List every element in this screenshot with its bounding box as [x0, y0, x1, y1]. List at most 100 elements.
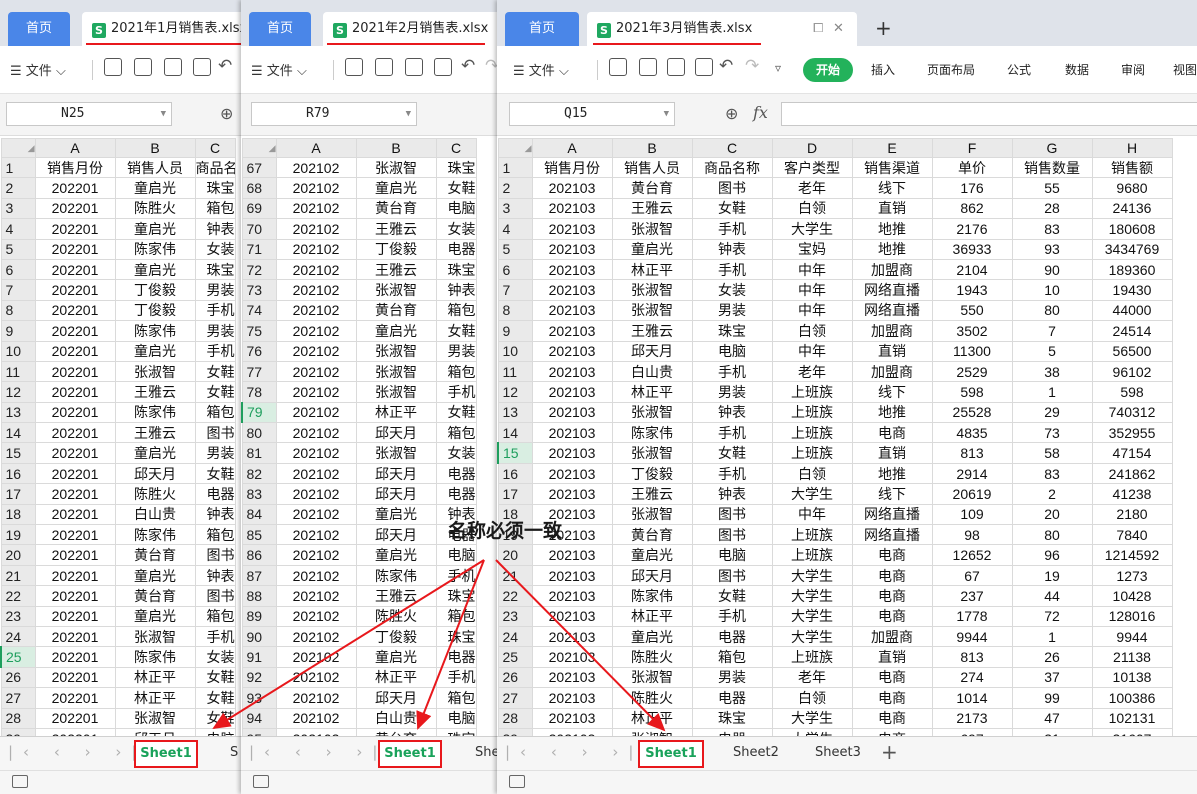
cell[interactable]: 童启光 [114, 340, 196, 362]
cell[interactable]: 大学生 [771, 483, 853, 505]
cell[interactable]: 电器 [194, 483, 236, 505]
cell[interactable]: 邱天月 [611, 564, 693, 587]
cell[interactable]: 电脑 [691, 544, 773, 566]
cell[interactable]: 加盟商 [851, 258, 933, 281]
more-icon[interactable]: ▿ [775, 61, 781, 75]
column-header[interactable]: B [611, 138, 693, 158]
cell[interactable]: 白领 [771, 197, 853, 220]
row-header[interactable]: 90 [241, 625, 277, 648]
cell[interactable]: 1 [1011, 381, 1093, 403]
cell[interactable]: 女鞋 [691, 442, 773, 464]
cell[interactable]: 202102 [275, 258, 357, 281]
cell[interactable]: 手机 [435, 381, 477, 403]
sheet-tab-active[interactable]: Sheet1 [134, 740, 198, 768]
row-header[interactable]: 14 [0, 422, 36, 444]
cell[interactable]: 72 [1011, 605, 1093, 627]
row-header[interactable]: 26 [0, 666, 36, 689]
cell[interactable]: 37 [1011, 666, 1093, 689]
cell[interactable]: 80 [1011, 524, 1093, 546]
cell[interactable]: 202102 [275, 299, 357, 322]
cell[interactable]: 客户类型 [771, 156, 853, 179]
cell[interactable]: 202103 [531, 625, 613, 648]
cell[interactable]: 箱包 [194, 524, 236, 546]
cell[interactable]: 202201 [34, 381, 116, 403]
tab-data[interactable]: 数据 [1065, 61, 1089, 78]
cell[interactable]: 电器 [435, 462, 477, 485]
cell[interactable]: 202102 [275, 707, 357, 729]
cell[interactable]: 上班族 [771, 524, 853, 546]
row-header[interactable]: 11 [497, 360, 533, 383]
row-header[interactable]: 25 [0, 646, 36, 668]
sheet-tab[interactable]: She [475, 745, 500, 760]
cell[interactable]: 邱天月 [611, 340, 693, 362]
cell[interactable]: 109 [931, 503, 1013, 526]
tab-page-layout[interactable]: 页面布局 [927, 61, 975, 78]
row-header[interactable]: 4 [497, 218, 533, 240]
cell[interactable]: 202201 [34, 544, 116, 566]
cell[interactable]: 丁俊毅 [355, 625, 437, 648]
cell[interactable]: 女鞋 [691, 197, 773, 220]
cell[interactable]: 商品名称 [691, 156, 773, 179]
cell[interactable]: 352955 [1091, 422, 1173, 444]
cell[interactable]: 黄台育 [611, 524, 693, 546]
cell[interactable]: 202103 [531, 258, 613, 281]
sheet-tab[interactable]: S [230, 745, 238, 760]
row-header[interactable]: 28 [497, 707, 533, 729]
row-header[interactable]: 21 [0, 564, 36, 587]
cell[interactable]: 202103 [531, 544, 613, 566]
cell[interactable]: 张淑智 [355, 279, 437, 301]
cell[interactable]: 202201 [34, 483, 116, 505]
export-icon[interactable] [134, 58, 152, 76]
cell[interactable]: 202201 [34, 422, 116, 444]
cell[interactable]: 202103 [531, 646, 613, 668]
cell[interactable]: 202103 [531, 279, 613, 301]
cell[interactable]: 女鞋 [435, 401, 477, 424]
cell[interactable]: 陈家伟 [114, 401, 196, 424]
row-header[interactable]: 21 [497, 564, 533, 587]
file-tab[interactable]: S 2021年2月销售表.xlsx [323, 12, 500, 46]
cell[interactable]: 张淑智 [611, 503, 693, 526]
cell[interactable]: 黄台育 [611, 177, 693, 199]
status-icon[interactable] [253, 775, 269, 788]
sheet-tab-active[interactable]: Sheet1 [378, 740, 442, 768]
cell[interactable]: 陈家伟 [611, 585, 693, 607]
cell[interactable]: 1778 [931, 605, 1013, 627]
cell[interactable]: 女鞋 [194, 666, 236, 689]
cell[interactable]: 128016 [1091, 605, 1173, 627]
cell[interactable]: 童启光 [355, 503, 437, 526]
cell[interactable]: 林正平 [114, 687, 196, 709]
cell[interactable]: 电器 [691, 687, 773, 709]
cell-grid[interactable]: ◢ A B C 67 202102 张淑智 珠宝 68 202102 童启光 女鞋 69 202102 黄台… [241, 138, 477, 750]
row-header[interactable]: 2 [497, 177, 533, 199]
cell[interactable]: 96 [1011, 544, 1093, 566]
tab-insert[interactable]: 插入 [871, 61, 895, 78]
cell[interactable]: 箱包 [435, 687, 477, 709]
cell[interactable]: 202102 [275, 177, 357, 199]
row-header[interactable]: 68 [241, 177, 277, 199]
cell[interactable]: 陈家伟 [114, 238, 196, 260]
cell[interactable]: 202201 [34, 503, 116, 526]
cell[interactable]: 王雅云 [611, 197, 693, 220]
cell[interactable]: 202201 [34, 299, 116, 322]
column-header[interactable]: A [531, 138, 613, 158]
cell[interactable]: 林正平 [355, 401, 437, 424]
row-header[interactable]: 20 [0, 544, 36, 566]
column-header[interactable]: H [1091, 138, 1173, 158]
cell[interactable]: 862 [931, 197, 1013, 220]
print-icon[interactable] [667, 58, 685, 76]
cell[interactable]: 珠宝 [691, 320, 773, 342]
cell[interactable]: 202102 [275, 197, 357, 220]
cell[interactable]: 1273 [1091, 564, 1173, 587]
row-header[interactable]: 3 [0, 197, 36, 220]
cell[interactable]: 813 [931, 442, 1013, 464]
cell[interactable]: 202201 [34, 462, 116, 485]
cell[interactable]: 陈家伟 [611, 422, 693, 444]
cell[interactable]: 5 [1011, 340, 1093, 362]
cell[interactable]: 10138 [1091, 666, 1173, 689]
row-header[interactable]: 20 [497, 544, 533, 566]
cell[interactable]: 黄台育 [355, 299, 437, 322]
preview-icon[interactable] [434, 58, 452, 76]
cell[interactable]: 241862 [1091, 462, 1173, 485]
cell[interactable]: 202102 [275, 605, 357, 627]
cell[interactable]: 20619 [931, 483, 1013, 505]
